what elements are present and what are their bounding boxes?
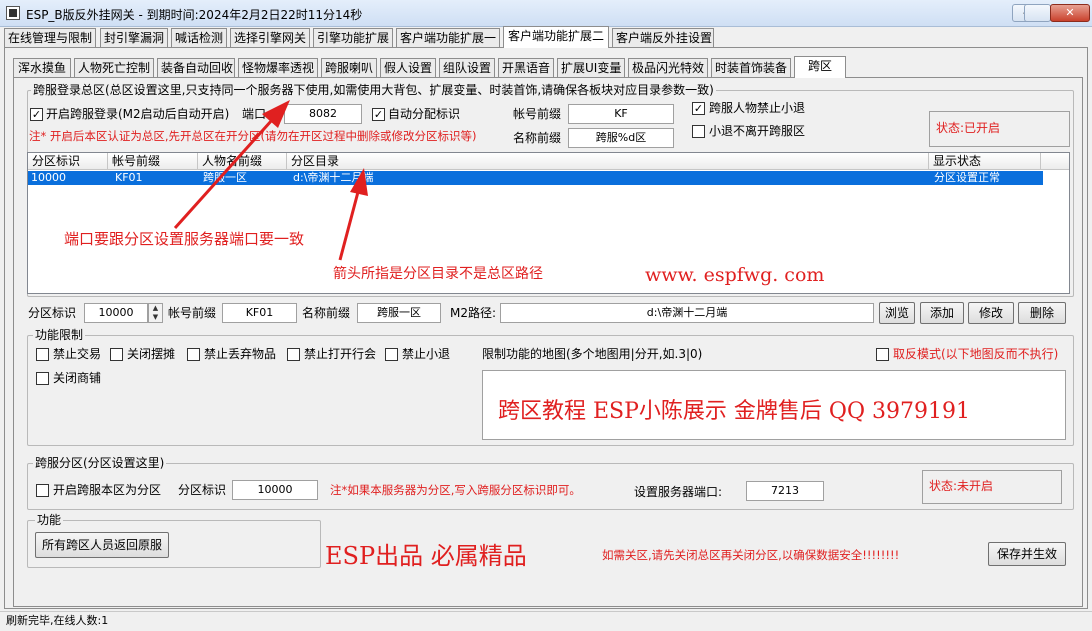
edit-account-prefix-input[interactable]: KF01	[222, 303, 297, 323]
status-bar: 刷新完毕,在线人数:1	[0, 611, 1092, 631]
m2-path-input[interactable]: d:\帝渊十二月端	[500, 303, 874, 323]
tab-client-extension-two[interactable]: 客户端功能扩展二	[503, 26, 609, 48]
dir-annotation: 箭头所指是分区目录不是总区路径	[333, 266, 543, 282]
function-limit-title: 功能限制	[33, 328, 86, 342]
port-annotation: 端口要跟分区设置服务器端口要一致	[64, 230, 305, 248]
close-stall-label: 关闭摆摊	[127, 347, 176, 361]
server-port-label: 设置服务器端口:	[634, 485, 723, 499]
close-shop-checkbox[interactable]	[36, 372, 49, 385]
enable-sub-zone-checkbox[interactable]	[36, 484, 49, 497]
enable-sub-zone-label: 开启跨服本区为分区	[53, 483, 162, 497]
ban-guild-checkbox[interactable]	[287, 348, 300, 361]
edit-name-prefix-input[interactable]: 跨服一区	[357, 303, 441, 323]
save-apply-button[interactable]: 保存并生效	[988, 542, 1066, 566]
return-all-button[interactable]: 所有跨区人员返回原服	[35, 532, 169, 558]
sub-zone-id-input[interactable]: 10000	[232, 480, 318, 500]
subtab-cross-zone[interactable]: 跨区	[794, 56, 846, 78]
server-port-input[interactable]: 7213	[746, 481, 824, 501]
close-stall-checkbox[interactable]	[110, 348, 123, 361]
sub-zone-note: 注*如果本服务器为分区,写入跨服分区标识即可。	[330, 483, 581, 497]
ban-guild-label: 禁止打开行会	[304, 347, 377, 361]
add-button[interactable]: 添加	[920, 302, 964, 324]
edit-name-prefix-label: 名称前缀	[302, 306, 351, 320]
browse-button[interactable]: 浏览	[879, 302, 915, 324]
ban-drop-checkbox[interactable]	[187, 348, 200, 361]
tutorial-banner: 跨区教程 ESP小陈展示 金牌售后 QQ 3979191	[498, 399, 970, 424]
zone-id-spinner[interactable]: ▲ ▼	[148, 303, 163, 323]
m2-path-label: M2路径:	[450, 306, 497, 320]
limit-map-label: 限制功能的地图(多个地图用|分开,如.3|0)	[482, 347, 703, 361]
sub-zone-id-label: 分区标识	[178, 483, 227, 497]
delete-button[interactable]: 删除	[1018, 302, 1066, 324]
sub-zone-group-title: 跨服分区(分区设置这里)	[33, 456, 167, 470]
shutdown-warning: 如需关区,请先关闭总区再关闭分区,以确保数据安全!!!!!!!!	[602, 548, 900, 562]
edit-zone-id-label: 分区标识	[28, 306, 77, 320]
edit-account-prefix-label: 帐号前缀	[168, 306, 217, 320]
ban-trade-checkbox[interactable]	[36, 348, 49, 361]
ban-quit-checkbox[interactable]	[385, 348, 398, 361]
invert-mode-label: 取反模式(以下地图反而不执行)	[893, 347, 1059, 361]
modify-button[interactable]: 修改	[968, 302, 1014, 324]
website-watermark: www. espfwg. com	[645, 264, 825, 286]
ban-quit-label: 禁止小退	[402, 347, 451, 361]
ban-trade-label: 禁止交易	[53, 347, 102, 361]
edit-zone-id-input[interactable]: 10000	[84, 303, 148, 323]
ban-drop-label: 禁止丢弃物品	[204, 347, 277, 361]
close-shop-label: 关闭商铺	[53, 371, 102, 385]
slogan-text: ESP出品 必属精品	[325, 542, 527, 570]
invert-mode-checkbox[interactable]	[876, 348, 889, 361]
function-group-title: 功能	[35, 513, 64, 527]
sub-zone-status: 状态:未开启	[922, 470, 1062, 504]
